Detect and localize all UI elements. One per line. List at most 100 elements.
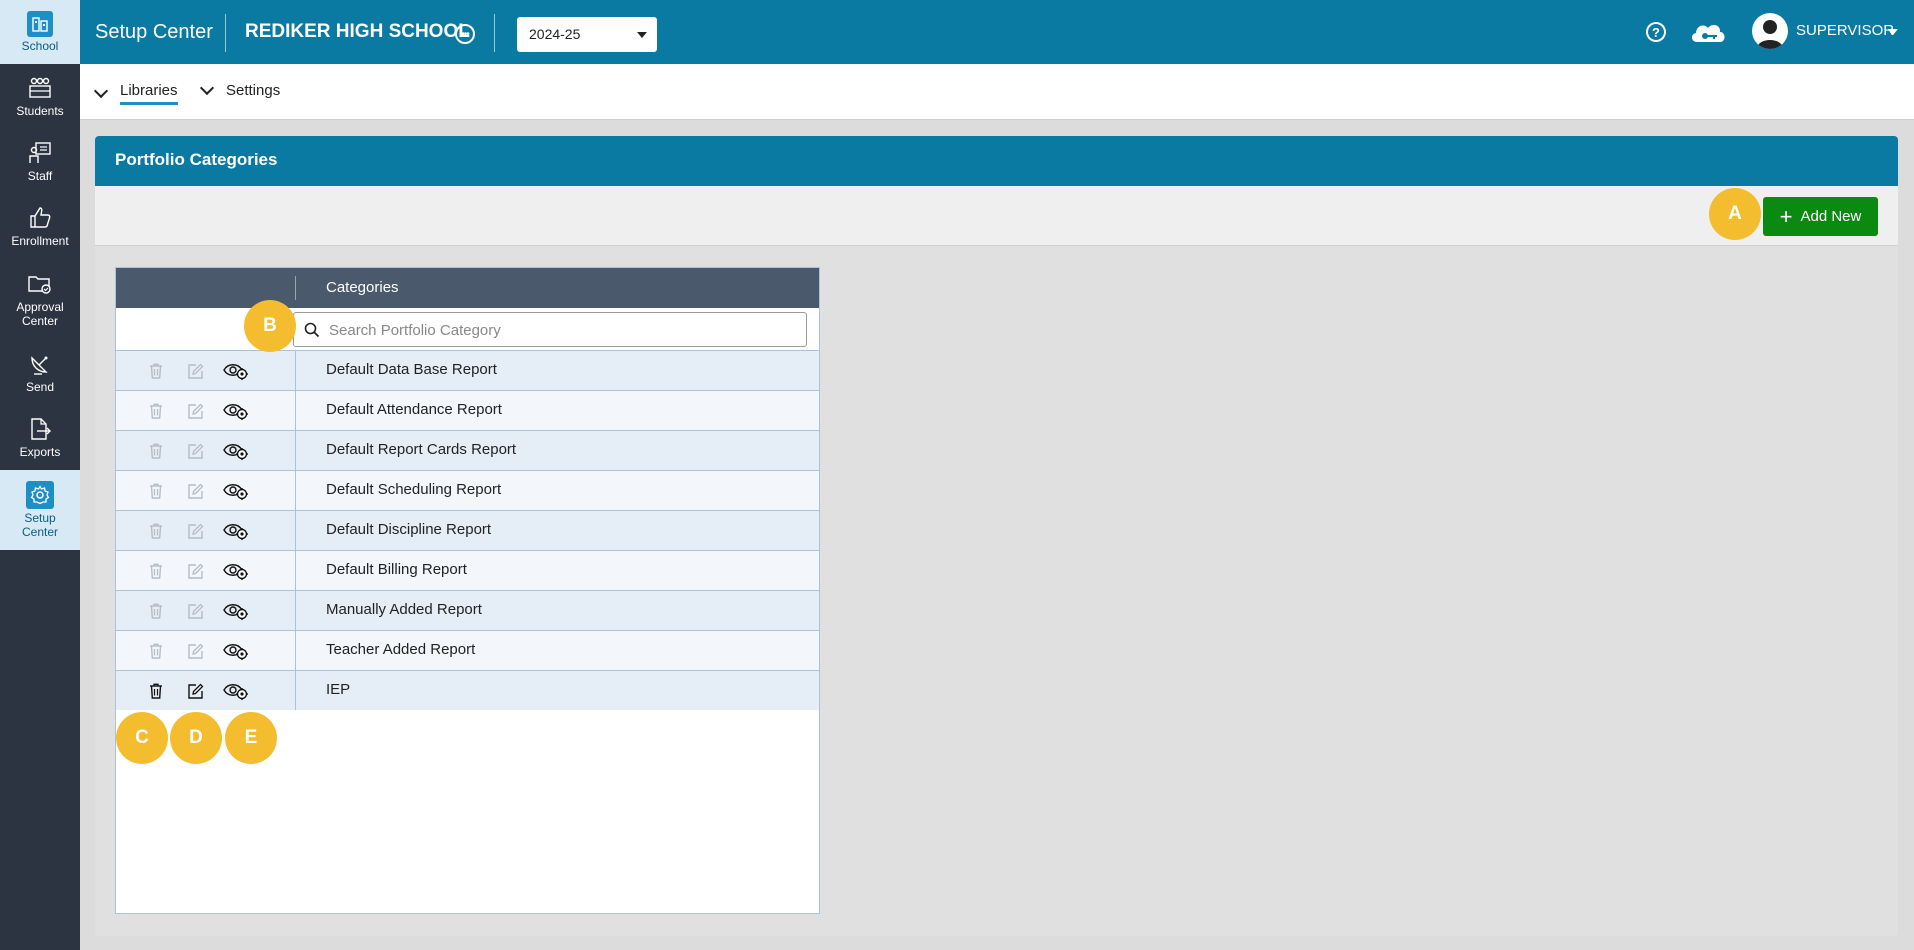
nav-label: Enrollment [11,234,69,248]
year-value: 2024-25 [529,26,581,42]
table-row[interactable]: Default Report Cards Report [116,430,819,470]
nav-label: Exports [19,445,61,459]
table-row[interactable]: Default Scheduling Report [116,470,819,510]
category-name: IEP [326,681,351,698]
table-row[interactable]: Default Billing Report [116,550,819,590]
table-row[interactable]: Teacher Added Report [116,630,819,670]
table-row[interactable]: Default Data Base Report [116,350,819,390]
delete-icon [146,641,166,661]
table-row[interactable]: IEP [116,670,819,710]
category-name: Teacher Added Report [326,641,476,658]
divider [295,631,296,670]
search-field[interactable] [293,312,807,347]
search-input[interactable] [329,319,789,341]
avatar[interactable] [1752,13,1788,49]
caret-down-icon[interactable] [1888,29,1898,35]
app-title: Setup Center [95,21,213,43]
view-settings-icon[interactable] [223,481,249,501]
view-settings-icon[interactable] [223,441,249,461]
nav-item-school[interactable]: School [0,0,80,64]
chevron-down-icon [199,80,215,95]
delete-icon [146,361,166,381]
edit-icon [185,481,205,501]
search-icon [304,322,320,343]
edit-icon [185,601,205,621]
category-name: Default Attendance Report [326,401,502,418]
nav-item-setup-center[interactable]: Setup Center [0,470,80,550]
callout-b: B [244,300,296,352]
view-settings-icon[interactable] [223,401,249,421]
divider [295,431,296,470]
divider [295,671,296,710]
nav-item-staff[interactable]: Staff [0,129,80,193]
edit-icon[interactable] [185,681,205,701]
delete-icon[interactable] [146,681,166,701]
chevron-down-icon [93,83,109,98]
nav-label: Approval Center [16,300,64,328]
divider [494,14,495,52]
view-settings-icon[interactable] [223,641,249,661]
year-select[interactable]: 2024-25 [517,17,657,52]
edit-icon [185,361,205,381]
nav-label: Students [16,104,64,118]
nav-item-approval-center[interactable]: Approval Center [0,262,80,336]
delete-icon [146,481,166,501]
top-bar: Setup Center REDIKER HIGH SCHOOL ••• 202… [80,0,1914,64]
table-row[interactable]: Default Attendance Report [116,390,819,430]
more-options-icon[interactable]: ••• [455,24,475,44]
view-settings-icon[interactable] [223,561,249,581]
tab-label: Libraries [120,82,178,105]
category-name: Default Billing Report [326,561,467,578]
left-nav: School Students Staff Enrollment Approva… [0,0,80,950]
divider [295,391,296,430]
column-header-categories[interactable]: Categories [326,279,399,296]
edit-icon [185,561,205,581]
delete-icon [146,521,166,541]
table-row[interactable]: Default Discipline Report [116,510,819,550]
view-settings-icon[interactable] [223,361,249,381]
callout-a: A [1709,188,1761,240]
edit-icon [185,401,205,421]
nav-item-students[interactable]: Students [0,64,80,128]
category-name: Default Discipline Report [326,521,492,538]
tab-settings[interactable]: Settings [199,80,280,99]
callout-e: E [225,712,277,764]
view-settings-icon[interactable] [223,521,249,541]
divider [295,551,296,590]
categories-table: Categories Default Data Base Report Defau… [115,267,820,914]
tab-libraries[interactable]: Libraries [93,82,178,105]
category-name: Manually Added Report [326,601,482,618]
category-name: Default Scheduling Report [326,481,502,498]
view-settings-icon[interactable] [223,681,249,701]
gear-icon [26,481,54,509]
nav-label: School [21,39,59,53]
view-settings-icon[interactable] [223,601,249,621]
edit-icon [185,641,205,661]
nav-item-exports[interactable]: Exports [0,405,80,469]
edit-icon [185,521,205,541]
caret-down-icon [637,32,647,38]
thumbs-up-icon [26,204,54,232]
category-name: Default Data Base Report [326,361,497,378]
search-row [116,308,819,350]
add-new-button[interactable]: + Add New [1763,197,1878,236]
callout-d: D [170,712,222,764]
satellite-dish-icon [26,350,54,378]
edit-icon [185,441,205,461]
nav-label: Send [25,380,55,394]
help-icon[interactable]: ? [1646,22,1666,42]
category-name: Default Report Cards Report [326,441,517,458]
user-menu[interactable]: SUPERVISOR [1796,22,1894,39]
nav-item-send[interactable]: Send [0,340,80,404]
divider [295,471,296,510]
delete-icon [146,561,166,581]
school-name[interactable]: REDIKER HIGH SCHOOL [245,21,470,43]
table-row[interactable]: Manually Added Report [116,590,819,630]
add-new-label: Add New [1800,208,1862,225]
nav-item-enrollment[interactable]: Enrollment [0,194,80,258]
delete-icon [146,601,166,621]
panel-title: Portfolio Categories [95,136,1898,186]
delete-icon [146,401,166,421]
portfolio-categories-panel: Portfolio Categories + Add New Categorie… [95,136,1898,936]
cloud-key-icon[interactable] [1688,18,1728,51]
